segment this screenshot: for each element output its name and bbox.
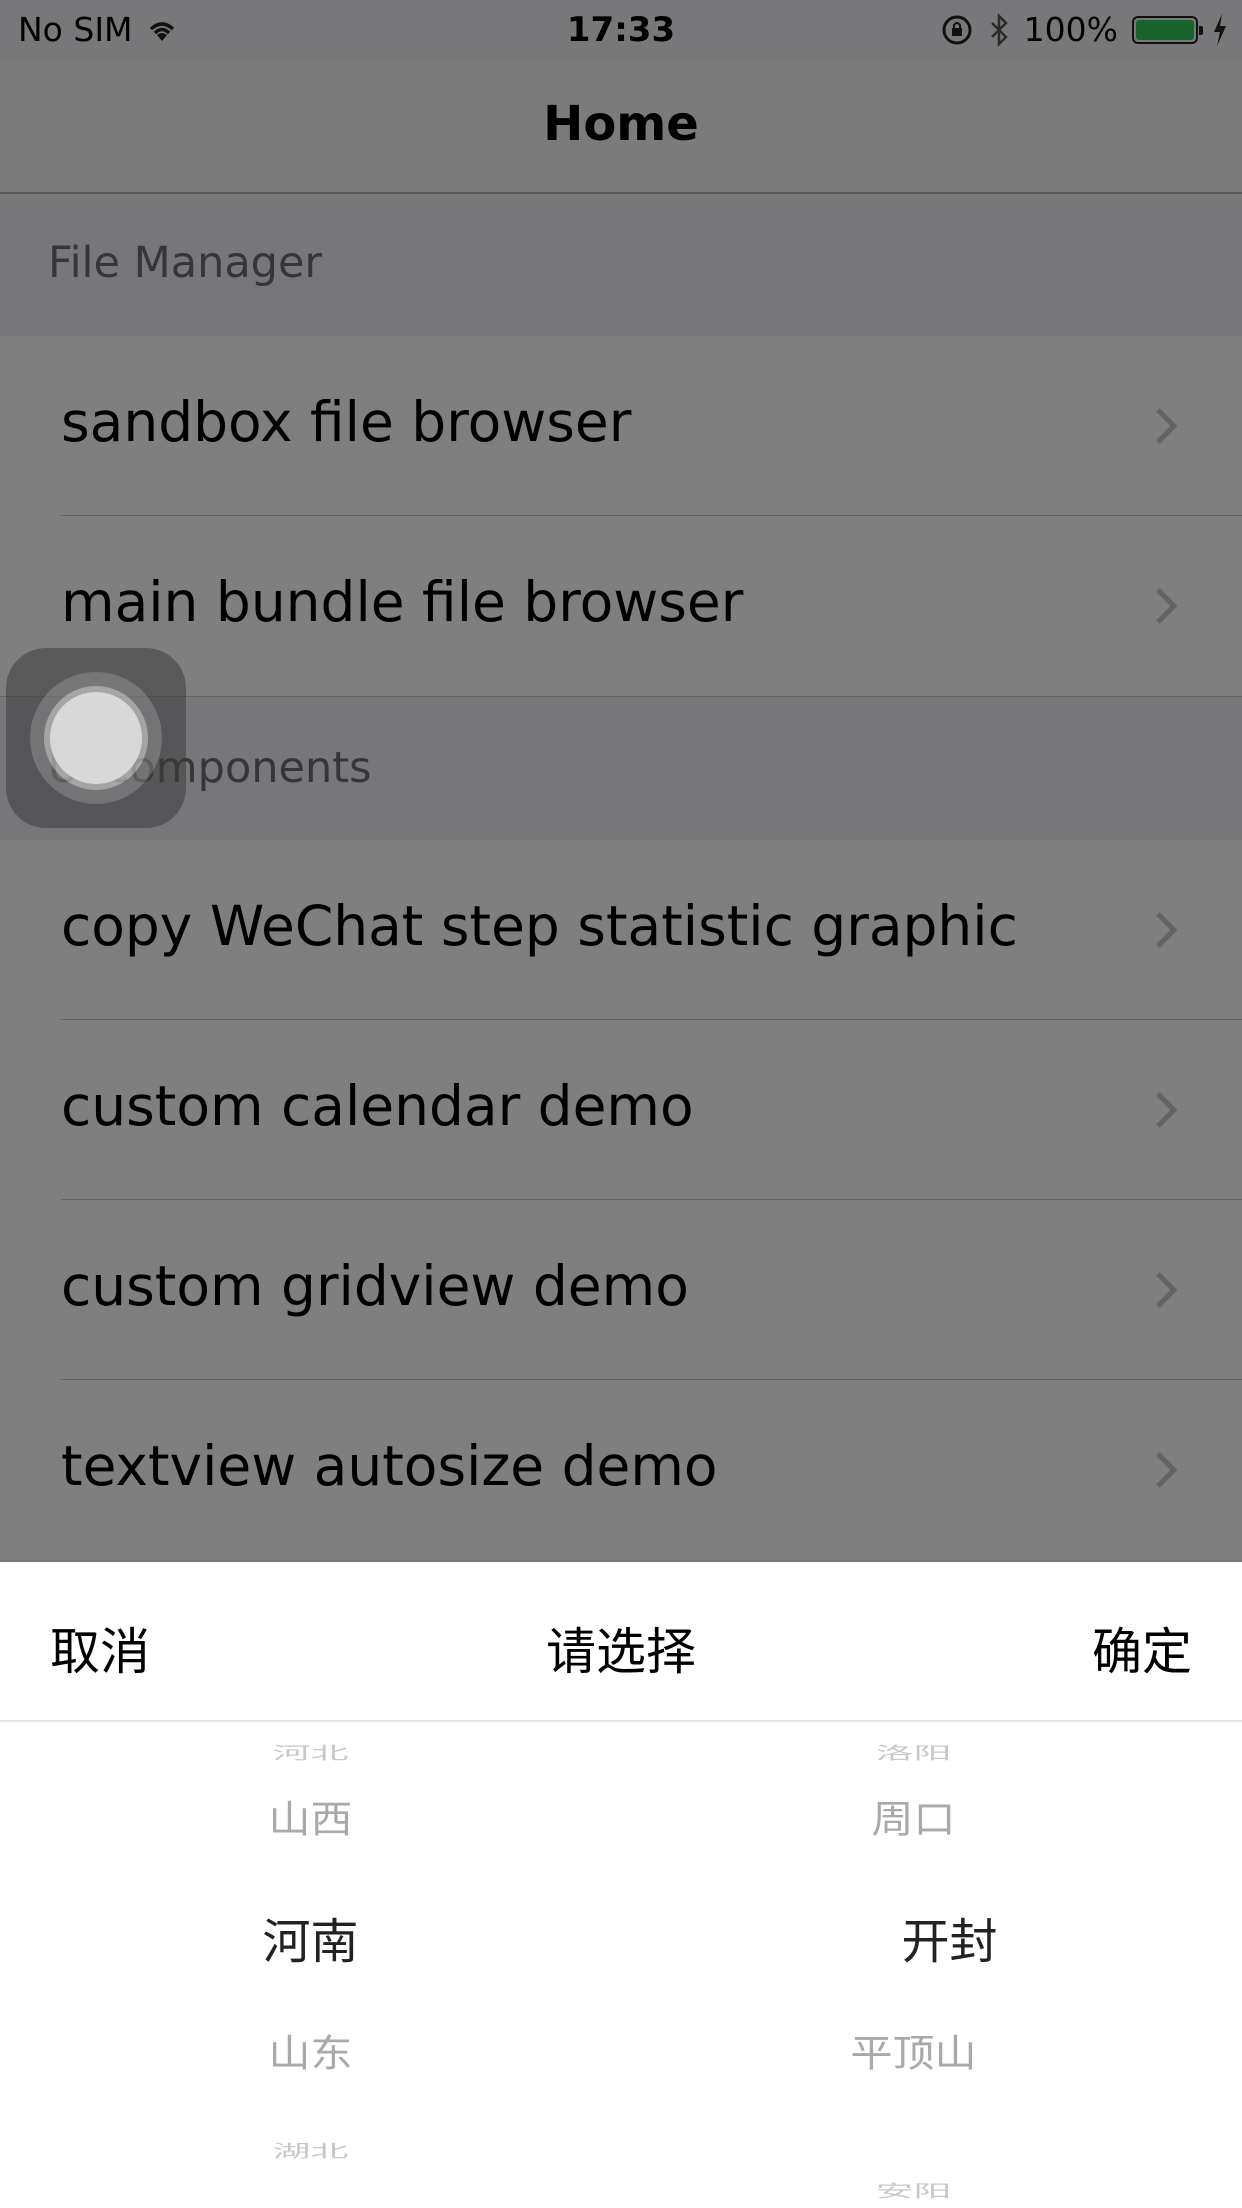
picker-option[interactable]: 安阳 [621,2177,1224,2202]
picker-option-selected[interactable]: 开封 [639,1902,1242,1972]
province-wheel[interactable]: 河北 山西 河南 山东 湖北 [0,1722,621,2208]
confirm-button[interactable]: 确定 [1092,1612,1192,1684]
picker-option[interactable]: 平顶山 [621,2023,1224,2078]
picker-option[interactable]: 周口 [621,1789,1224,1844]
city-wheel[interactable]: 洛阳 周口 开封 平顶山 安阳 [621,1722,1242,2208]
picker-option-selected[interactable]: 河南 [0,1902,621,1972]
picker-option[interactable]: 河北 [0,1739,621,1764]
modal-dim-overlay[interactable] [0,0,1242,1562]
assistive-touch-button[interactable] [6,648,186,828]
picker-title: 请选择 [546,1623,696,1681]
picker-option[interactable]: 洛阳 [621,1739,1224,1764]
picker-option[interactable]: 山东 [0,2023,621,2078]
picker-option[interactable]: 山西 [0,1789,621,1844]
assistive-touch-icon [50,692,142,784]
region-picker-sheet: 取消 请选择 确定 河北 山西 河南 山东 湖北 洛阳 周口 开封 平顶山 安阳 [0,1562,1242,2208]
picker-toolbar: 取消 请选择 确定 [0,1562,1242,1722]
picker-option[interactable]: 湖北 [0,2137,621,2162]
cancel-button[interactable]: 取消 [50,1612,150,1684]
